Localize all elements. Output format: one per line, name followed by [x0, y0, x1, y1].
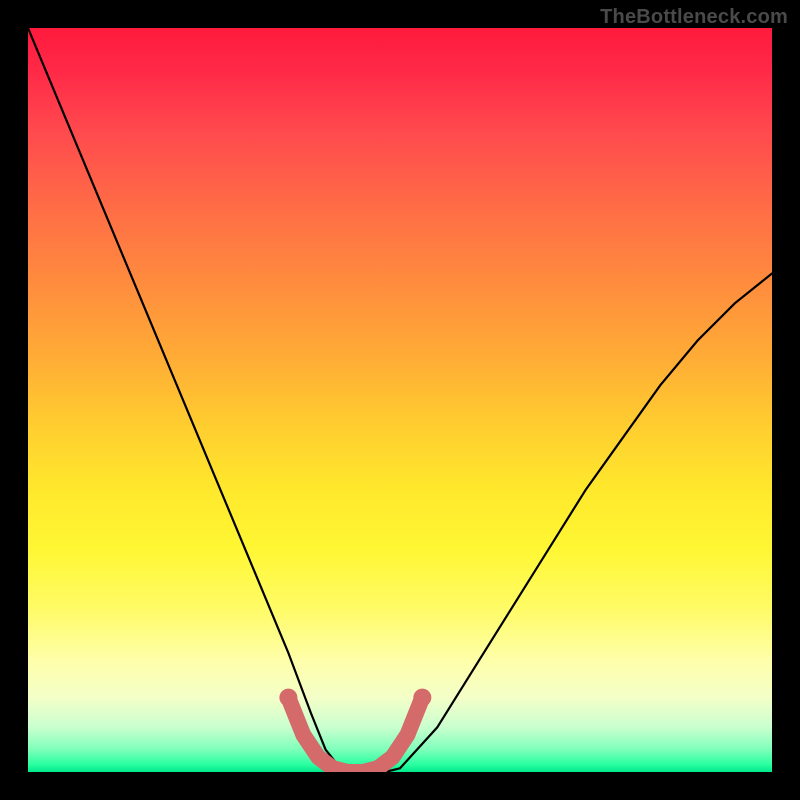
trough-end-dot	[413, 689, 431, 707]
trough-start-dot	[279, 689, 297, 707]
plot-area	[28, 28, 772, 772]
chart-frame: TheBottleneck.com	[0, 0, 800, 800]
watermark-text: TheBottleneck.com	[600, 6, 788, 29]
curve-layer	[28, 28, 772, 772]
bottleneck-curve	[28, 28, 772, 772]
